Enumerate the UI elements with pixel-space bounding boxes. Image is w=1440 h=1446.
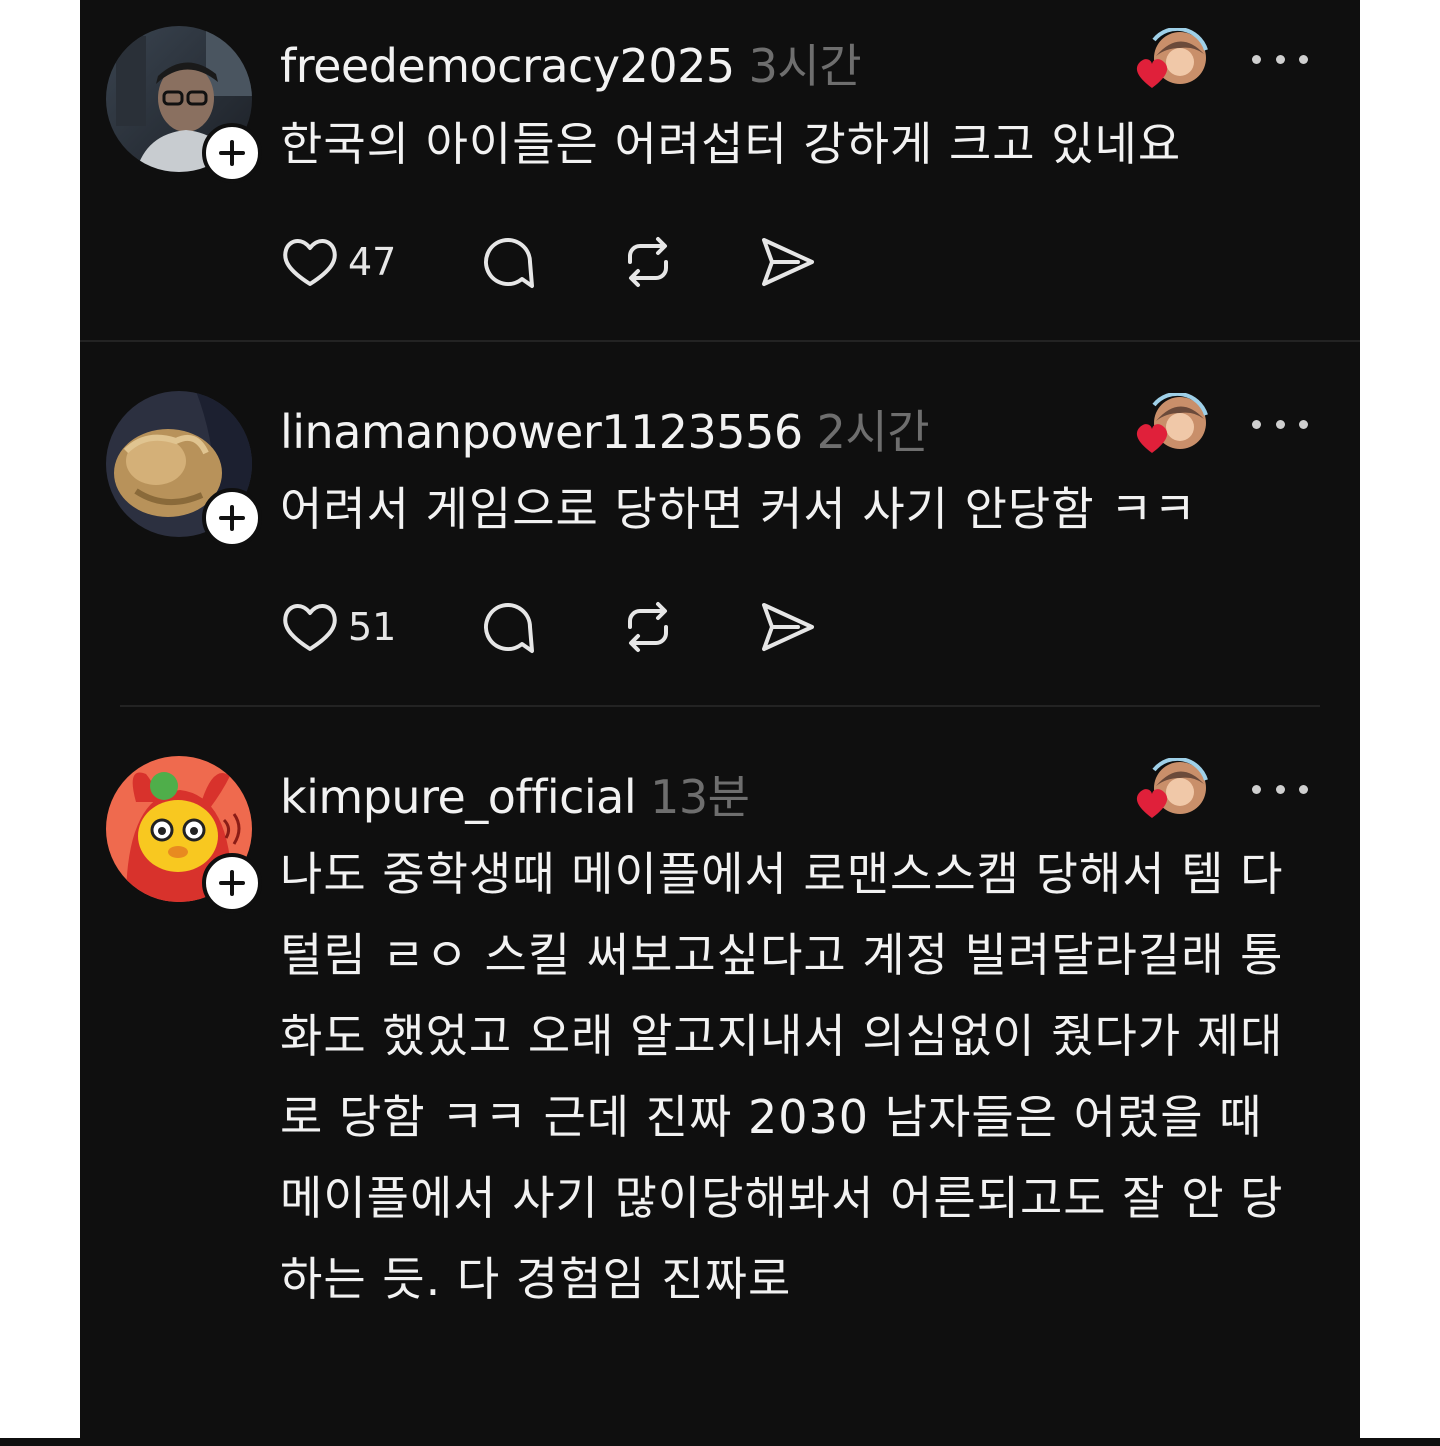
post-time: 13분: [650, 770, 750, 824]
more-dots-icon: [1252, 784, 1261, 794]
send-icon: [762, 238, 814, 286]
plus-icon: [219, 140, 245, 166]
heart-icon: [1136, 789, 1168, 818]
like-count: 51: [348, 605, 397, 649]
reply-button[interactable]: [478, 232, 538, 292]
comment-text: 한국의 아이들은 어려섭터 강하게 크고 있네요: [280, 117, 1182, 171]
follow-button[interactable]: [202, 853, 262, 913]
reply-button[interactable]: [478, 597, 538, 657]
liked-by-author-badge[interactable]: [1132, 391, 1212, 457]
comment-text: 나도 중학생때 메이플에서 로맨스스캠 당해서 템 다 털림 ㄹㅇ 스킬 써보고…: [280, 847, 1284, 1306]
more-dots-icon: [1252, 54, 1261, 64]
more-options-button[interactable]: [1252, 414, 1308, 434]
like-button[interactable]: 51: [280, 597, 396, 657]
divider: [120, 705, 1320, 707]
comment-icon: [484, 603, 534, 653]
liked-by-author-badge[interactable]: [1132, 26, 1212, 92]
more-dots-icon: [1252, 419, 1261, 429]
post-time: 2시간: [816, 405, 930, 459]
plus-icon: [219, 870, 245, 896]
like-button[interactable]: 47: [280, 232, 396, 292]
share-button[interactable]: [758, 597, 818, 657]
repost-button[interactable]: [618, 597, 678, 657]
more-options-button[interactable]: [1252, 49, 1308, 69]
follow-button[interactable]: [202, 488, 262, 548]
username[interactable]: kimpure_official 13분: [280, 761, 750, 827]
divider: [80, 340, 1360, 342]
heart-icon: [283, 604, 337, 651]
share-button[interactable]: [758, 232, 818, 292]
plus-icon: [219, 505, 245, 531]
comment-text: 어려서 게임으로 당하면 커서 사기 안당함 ㅋㅋ: [280, 482, 1197, 536]
heart-icon: [1136, 59, 1168, 88]
heart-icon: [283, 239, 337, 286]
repost-icon: [628, 237, 668, 287]
like-count: 47: [348, 240, 397, 284]
post-time: 3시간: [748, 39, 862, 93]
follow-button[interactable]: [202, 123, 262, 183]
username[interactable]: freedemocracy2025 3시간: [280, 30, 862, 96]
liked-by-author-badge[interactable]: [1132, 756, 1212, 822]
repost-icon: [628, 602, 668, 652]
comment-icon: [484, 238, 534, 288]
comments-feed: freedemocracy2025 3시간 한국의 아이들은 어려섭터 강하게 크…: [80, 0, 1360, 1438]
action-bar: 51: [280, 597, 840, 657]
send-icon: [762, 603, 814, 651]
username[interactable]: linamanpower1123556 2시간: [280, 396, 930, 462]
action-bar: 47: [280, 232, 840, 292]
repost-button[interactable]: [618, 232, 678, 292]
more-options-button[interactable]: [1252, 779, 1308, 799]
bottom-edge: [0, 1438, 1440, 1446]
heart-icon: [1136, 424, 1168, 453]
